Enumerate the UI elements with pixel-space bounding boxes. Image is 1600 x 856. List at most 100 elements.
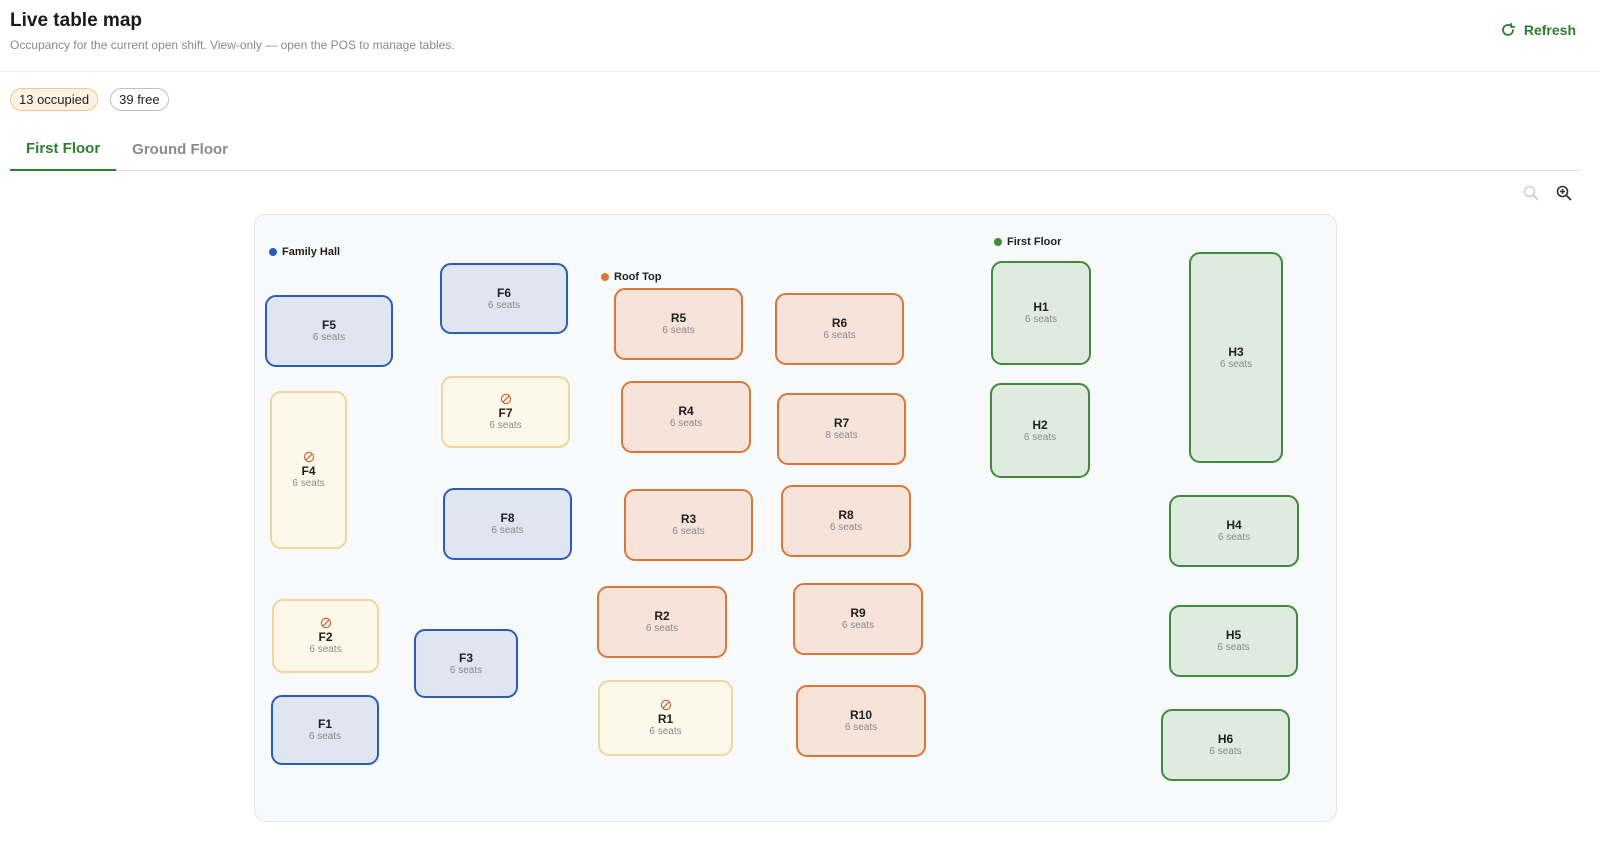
table-name: H4 [1226,518,1242,532]
area-label-family-hall: Family Hall [269,246,340,258]
table-h4[interactable]: H4 6 seats [1169,495,1299,567]
table-h2[interactable]: H2 6 seats [990,383,1090,478]
table-f8[interactable]: F8 6 seats [443,488,572,560]
table-name: F4 [301,464,316,478]
table-f6[interactable]: F6 6 seats [440,263,568,334]
area-label-roof-top: Roof Top [601,271,661,283]
table-map-canvas: Family Hall Roof Top First Floor F5 6 se… [254,214,1337,822]
table-name: R8 [838,508,854,522]
table-name: F6 [496,285,511,300]
table-r4[interactable]: R4 6 seats [621,381,751,453]
table-seats: 8 seats [825,430,858,441]
table-h5[interactable]: H5 6 seats [1169,605,1298,677]
area-name: Roof Top [614,271,662,283]
table-name: R4 [678,404,694,418]
table-name: F7 [498,406,513,420]
table-seats: 6 seats [662,325,695,336]
table-seats: 6 seats [672,526,705,537]
table-name: H3 [1228,344,1244,359]
table-name: H5 [1225,628,1242,642]
table-f3[interactable]: F3 6 seats [414,629,518,698]
table-name: F2 [318,630,333,644]
table-seats: 6 seats [823,330,856,341]
roof-top-dot [601,273,609,281]
table-name: F8 [500,511,515,525]
table-r10[interactable]: R10 6 seats [796,685,926,757]
table-seats: 6 seats [669,418,703,429]
table-f5[interactable]: F5 6 seats [265,295,393,367]
area-name: Family Hall [282,246,341,258]
table-seats: 6 seats [829,522,863,533]
table-r9[interactable]: R9 6 seats [793,583,923,655]
table-seats: 6 seats [308,731,342,742]
table-h6[interactable]: H6 6 seats [1161,709,1290,781]
table-r7[interactable]: R7 8 seats [777,393,906,465]
table-name: R9 [850,606,866,620]
table-name: R3 [680,512,697,526]
page-header: Live table map Occupancy for the current… [0,0,1600,72]
table-r3[interactable]: R3 6 seats [624,489,753,561]
table-seats: 6 seats [309,644,342,655]
table-name: R2 [654,609,670,623]
table-name: R6 [831,316,848,330]
tab-first-floor[interactable]: First Floor [10,128,117,171]
blocked-icon [320,617,331,629]
floor-tabs: First Floor Ground Floor [10,128,1580,171]
table-r8[interactable]: R8 6 seats [781,485,911,557]
table-seats: 6 seats [645,623,679,634]
table-seats: 6 seats [1217,532,1251,543]
table-seats: 6 seats [1217,642,1250,653]
blocked-icon [303,451,314,463]
occupied-count-badge: 13 occupied [10,88,99,111]
refresh-label: Refresh [1523,22,1576,38]
table-f7[interactable]: F7 6 seats [441,376,570,448]
page-subtitle: Occupancy for the current open shift. Vi… [10,38,455,52]
table-seats: 6 seats [292,478,325,489]
table-r6[interactable]: R6 6 seats [775,293,904,365]
area-label-first-floor: First Floor [994,236,1061,248]
occupancy-summary: 13 occupied 39 free [10,88,169,111]
table-seats: 6 seats [489,420,522,431]
table-name: F5 [321,318,336,332]
table-seats: 6 seats [1219,358,1253,370]
refresh-icon [1502,22,1516,36]
table-r2[interactable]: R2 6 seats [597,586,727,658]
table-seats: 6 seats [491,525,524,536]
table-r5[interactable]: R5 6 seats [614,288,743,360]
table-r1[interactable]: R1 6 seats [598,680,733,756]
table-name: H2 [1032,417,1048,432]
table-name: R7 [833,416,850,430]
zoom-out-icon[interactable] [1522,184,1540,202]
family-hall-dot [269,248,277,256]
blocked-icon [660,699,671,711]
table-name: R5 [670,311,687,325]
table-name: H1 [1033,300,1049,314]
blocked-icon [500,393,511,405]
zoom-in-icon[interactable] [1555,184,1573,202]
table-name: H6 [1217,732,1234,746]
table-seats: 6 seats [487,299,521,311]
table-seats: 6 seats [449,664,483,676]
table-h1[interactable]: H1 6 seats [991,261,1091,365]
table-name: R1 [657,712,674,726]
table-name: F1 [317,717,332,731]
tab-ground-floor[interactable]: Ground Floor [116,128,244,171]
area-name: First Floor [1007,236,1062,248]
table-seats: 6 seats [1023,431,1057,443]
table-f1[interactable]: F1 6 seats [271,695,379,765]
refresh-button[interactable]: Refresh [1500,22,1576,38]
first-floor-dot [994,238,1002,246]
table-f4[interactable]: F4 6 seats [270,391,347,549]
table-f2[interactable]: F2 6 seats [272,599,379,673]
table-seats: 6 seats [1024,314,1058,325]
table-name: R10 [849,708,872,722]
table-seats: 6 seats [844,722,878,733]
table-seats: 6 seats [649,726,682,737]
table-name: F3 [458,650,473,665]
table-h3[interactable]: H3 6 seats [1189,252,1283,463]
free-count-badge: 39 free [110,88,169,111]
table-seats: 6 seats [1209,746,1242,757]
table-seats: 6 seats [312,332,346,343]
table-seats: 6 seats [841,620,875,631]
page-title: Live table map [10,10,142,31]
